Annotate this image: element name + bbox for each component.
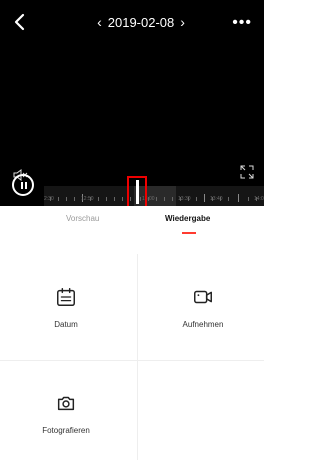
record-action-label: Aufnehmen [182, 319, 224, 329]
photo-action[interactable]: Fotografieren [0, 360, 132, 460]
timeline-label: 2:30 [44, 196, 54, 202]
date-action-label: Datum [54, 319, 78, 329]
back-button[interactable] [10, 12, 28, 32]
active-tab-indicator [182, 232, 196, 234]
calendar-icon [57, 287, 75, 306]
next-date-button[interactable]: › [180, 14, 185, 30]
back-chevron-icon [14, 13, 25, 31]
prev-date-button[interactable]: ‹ [97, 14, 102, 30]
action-grid: Datum Aufnehmen Fotografieren [0, 254, 264, 460]
timeline-label: 13:40 [210, 196, 223, 202]
date-action[interactable]: Datum [0, 254, 132, 360]
more-options-button[interactable]: ••• [232, 14, 252, 32]
record-action[interactable]: Aufnehmen [137, 254, 269, 360]
tab-playback[interactable]: Wiedergabe [165, 214, 210, 232]
tab-preview[interactable]: Vorschau [66, 214, 99, 232]
timeline-label: 14:0 [254, 196, 264, 202]
fullscreen-icon [240, 165, 254, 179]
fullscreen-button[interactable] [240, 165, 254, 179]
current-date: 2019-02-08 [107, 14, 175, 30]
timeline-label: 13:30 [178, 196, 191, 202]
top-bar: ‹ 2019-02-08 › ••• [0, 8, 264, 36]
video-camera-icon [194, 290, 212, 303]
timeline-labels: 2:30 12:50 13:00 13:30 13:40 14:0 [44, 196, 264, 206]
camera-icon [57, 396, 75, 410]
timeline-label: 12:50 [81, 196, 94, 202]
playhead-highlight-box [127, 176, 147, 208]
tab-bar: Vorschau Wiedergabe [0, 206, 264, 254]
photo-action-label: Fotografieren [42, 425, 90, 435]
date-navigator: ‹ 2019-02-08 › [86, 12, 196, 32]
pause-button[interactable] [12, 174, 34, 196]
